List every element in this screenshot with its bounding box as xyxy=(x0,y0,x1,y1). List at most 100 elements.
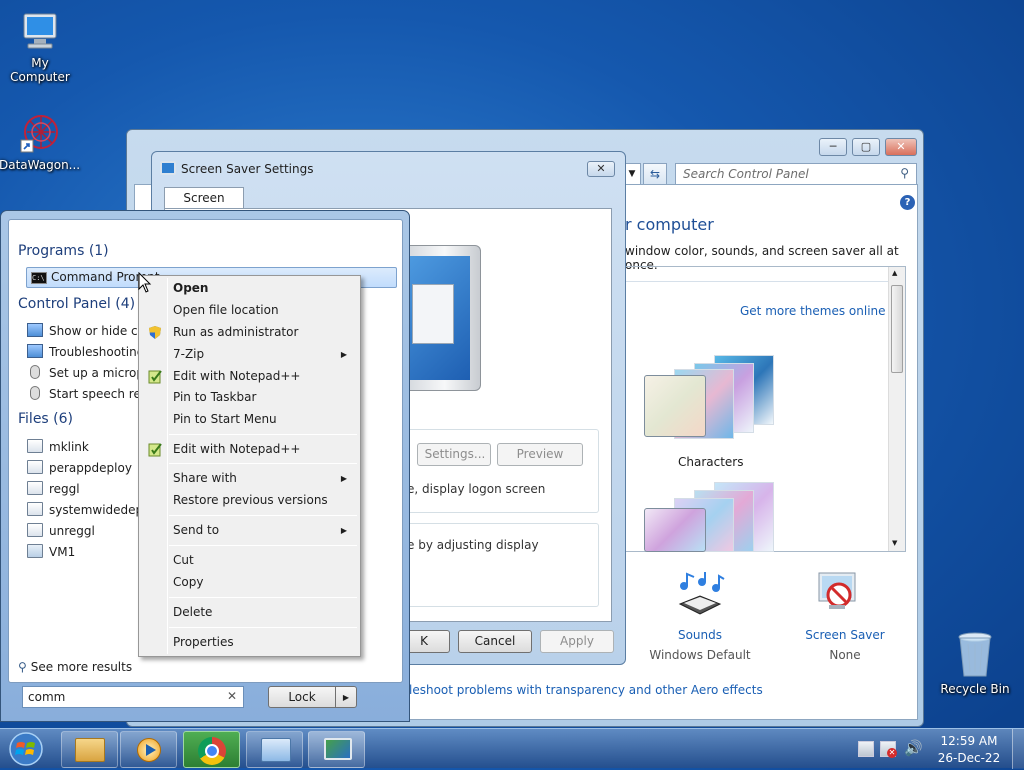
menu-item-open-file-location[interactable]: Open file location xyxy=(142,300,357,321)
menu-item-share-with[interactable]: Share with ▶ xyxy=(142,468,357,489)
files-header: Files (6) xyxy=(18,411,74,427)
taskbar-display-button[interactable] xyxy=(308,731,365,768)
menu-separator xyxy=(169,627,357,628)
file-item[interactable]: mklink xyxy=(27,437,147,457)
clear-search-icon[interactable]: ✕ xyxy=(227,689,237,703)
dialog-title: Screen Saver Settings xyxy=(181,162,314,176)
file-icon xyxy=(27,439,43,453)
menu-item-edit-with-notepadpp[interactable]: Edit with Notepad++ xyxy=(142,366,357,387)
lock-button[interactable]: Lock xyxy=(268,686,336,708)
file-icon xyxy=(27,523,43,537)
power-text: e by adjusting display xyxy=(407,538,539,552)
file-item[interactable]: unreggl xyxy=(27,521,147,541)
tab-screen-saver[interactable]: Screen Saver xyxy=(164,187,244,226)
preview-button[interactable]: Preview xyxy=(497,443,583,466)
screen-saver-group: Settings... Preview e, display logon scr… xyxy=(407,429,599,513)
clock-time: 12:59 AM xyxy=(940,734,998,748)
cancel-button[interactable]: Cancel xyxy=(458,630,532,653)
file-item[interactable]: systemwidedeplo xyxy=(27,500,147,520)
file-item[interactable]: reggl xyxy=(27,479,147,499)
menu-item-delete[interactable]: Delete xyxy=(142,602,357,623)
menu-item-restore-previous-versions[interactable]: Restore previous versions xyxy=(142,490,357,511)
media-player-icon xyxy=(137,738,161,762)
display-icon xyxy=(324,738,352,760)
file-icon xyxy=(27,460,43,474)
settings-button[interactable]: Settings... xyxy=(417,443,491,466)
notepadpp-icon xyxy=(147,442,163,457)
menu-separator xyxy=(169,463,357,464)
clock[interactable]: 12:59 AM 26-Dec-22 xyxy=(934,734,1004,765)
theme-thumbnail-2[interactable] xyxy=(644,482,774,552)
apply-button[interactable]: Apply xyxy=(540,630,614,653)
search-input[interactable]: Search Control Panel ⚲ xyxy=(675,163,917,185)
menu-item-7zip[interactable]: 7-Zip ▶ xyxy=(142,344,357,365)
page-title: r computer xyxy=(625,215,714,234)
dialog-close-button[interactable]: ✕ xyxy=(587,161,615,177)
control-panel-item[interactable]: Start speech reco xyxy=(27,384,147,404)
scrollbar-thumb[interactable] xyxy=(891,285,903,373)
show-desktop-button[interactable] xyxy=(1012,729,1024,769)
display-icon xyxy=(160,161,176,175)
menu-item-edit-with-notepadpp-2[interactable]: Edit with Notepad++ xyxy=(142,439,357,460)
recycle-bin-icon xyxy=(953,630,997,680)
taskbar-control-panel-button[interactable] xyxy=(246,731,303,768)
themes-list: Get more themes online Characters ▲ ▼ xyxy=(625,266,906,552)
logon-option-text: e, display logon screen xyxy=(407,482,546,496)
menu-item-copy[interactable]: Copy xyxy=(142,572,357,593)
maximize-button[interactable]: ▢ xyxy=(852,138,880,156)
file-item[interactable]: VM1 xyxy=(27,542,147,562)
control-panel-item[interactable]: Set up a microph xyxy=(27,363,147,383)
microphone-icon xyxy=(30,365,40,379)
context-menu: Open Open file location Run as administr… xyxy=(138,275,361,657)
minimize-button[interactable]: ─ xyxy=(819,138,847,156)
start-button[interactable] xyxy=(6,731,46,767)
control-panel-item[interactable]: Show or hide cor xyxy=(27,321,147,341)
file-icon xyxy=(27,502,43,516)
theme-name: Characters xyxy=(678,455,744,469)
programs-header: Programs (1) xyxy=(18,243,109,259)
menu-item-cut[interactable]: Cut xyxy=(142,550,357,571)
help-icon[interactable]: ? xyxy=(900,195,915,210)
clock-date: 26-Dec-22 xyxy=(937,751,1001,765)
menu-item-run-as-administrator[interactable]: Run as administrator xyxy=(142,322,357,343)
start-search-input[interactable]: comm ✕ xyxy=(22,686,244,708)
close-button[interactable]: ✕ xyxy=(885,138,917,156)
search-icon: ⚲ xyxy=(900,166,909,180)
themes-scrollbar[interactable]: ▲ ▼ xyxy=(888,267,905,551)
screen-saver-value: None xyxy=(829,648,861,662)
menu-item-pin-to-taskbar[interactable]: Pin to Taskbar xyxy=(142,387,357,408)
volume-icon[interactable]: 🔊 xyxy=(904,739,923,757)
menu-item-send-to[interactable]: Send to ▶ xyxy=(142,520,357,541)
troubleshooting-icon xyxy=(27,344,43,358)
troubleshoot-link[interactable]: leshoot problems with transparency and o… xyxy=(409,683,763,697)
control-panel-item[interactable]: Troubleshooting xyxy=(27,342,147,362)
menu-item-properties[interactable]: Properties xyxy=(142,632,357,653)
search-placeholder: Search Control Panel xyxy=(683,167,809,181)
sounds-link[interactable]: Sounds xyxy=(642,628,758,642)
theme-thumbnail-characters[interactable] xyxy=(644,355,774,440)
desktop-icon-recycle-bin[interactable]: Recycle Bin xyxy=(935,630,1015,696)
taskbar-chrome-button[interactable] xyxy=(183,731,240,768)
monitor-preview xyxy=(409,245,481,391)
cmd-icon: C:\ xyxy=(31,272,47,284)
menu-item-pin-to-start-menu[interactable]: Pin to Start Menu xyxy=(142,409,357,430)
desktop-icon-label: Recycle Bin xyxy=(940,682,1010,696)
screen-saver-link[interactable]: Screen Saver xyxy=(785,628,905,642)
desktop-icon-my-computer[interactable]: My Computer xyxy=(0,10,80,84)
sounds-icon[interactable] xyxy=(672,570,728,620)
submenu-arrow-icon: ▶ xyxy=(340,350,347,359)
network-icon[interactable] xyxy=(858,741,874,757)
get-more-themes-link[interactable]: Get more themes online xyxy=(740,304,886,318)
refresh-icon[interactable]: ⇆ xyxy=(643,163,667,185)
taskbar-media-player-button[interactable] xyxy=(120,731,177,768)
control-panel-icon xyxy=(261,738,291,762)
shutdown-options-arrow[interactable]: ▶ xyxy=(335,686,357,708)
computer-icon xyxy=(18,10,62,54)
desktop-icon-datawagon[interactable]: DataWagon... xyxy=(0,112,80,172)
taskbar-explorer-button[interactable] xyxy=(61,731,118,768)
screen-saver-icon[interactable] xyxy=(815,569,859,617)
action-center-icon[interactable]: ✕ xyxy=(880,741,897,758)
file-item[interactable]: perappdeploy xyxy=(27,458,147,478)
see-more-results-link[interactable]: ⚲ See more results xyxy=(18,660,132,674)
menu-item-open[interactable]: Open xyxy=(142,278,357,299)
